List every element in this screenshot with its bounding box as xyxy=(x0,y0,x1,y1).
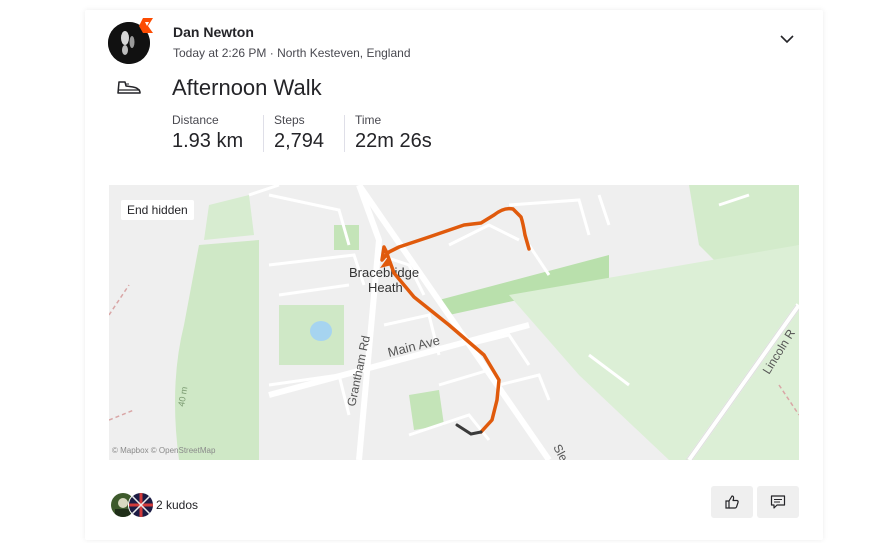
stat-divider xyxy=(263,115,264,152)
stat-value: 2,794 xyxy=(274,130,325,152)
thumbs-up-icon xyxy=(725,495,739,509)
kudos-avatars[interactable] xyxy=(110,492,156,518)
stat-label: Steps xyxy=(274,113,305,127)
map-label-town-1: Bracebridge xyxy=(349,265,419,280)
chevron-down-icon[interactable] xyxy=(778,31,796,47)
pond xyxy=(310,321,332,341)
map-attribution[interactable]: © Mapbox © OpenStreetMap xyxy=(112,446,215,455)
map-canvas: Bracebridge Heath Main Ave Grantham Rd L… xyxy=(109,185,799,460)
kudo-avatar xyxy=(128,492,154,518)
kudos-button[interactable] xyxy=(711,486,753,518)
comment-button[interactable] xyxy=(757,486,799,518)
meta-separator: · xyxy=(269,46,278,60)
stat-label: Distance xyxy=(172,113,219,127)
subscriber-badge-icon xyxy=(139,18,153,33)
stat-distance: Distance 1.93 km xyxy=(172,113,243,153)
activity-title[interactable]: Afternoon Walk xyxy=(172,75,322,101)
end-hidden-label: End hidden xyxy=(121,200,194,220)
stat-time: Time 22m 26s xyxy=(355,113,432,153)
stat-divider xyxy=(344,115,345,152)
activity-location: North Kesteven, England xyxy=(277,46,411,60)
stat-value: 1.93 km xyxy=(172,130,244,152)
stat-steps: Steps 2,794 xyxy=(274,113,324,153)
kudos-count[interactable]: 2 kudos xyxy=(156,498,198,512)
activity-timestamp: Today at 2:26 PM xyxy=(173,46,267,60)
comment-icon xyxy=(770,495,786,509)
map-label-town-2: Heath xyxy=(368,280,403,295)
stat-value: 22m 26s xyxy=(355,130,432,152)
athlete-name[interactable]: Dan Newton xyxy=(173,24,254,40)
activity-meta: Today at 2:26 PM · North Kesteven, Engla… xyxy=(173,46,411,60)
activity-map[interactable]: Bracebridge Heath Main Ave Grantham Rd L… xyxy=(109,185,799,460)
stat-label: Time xyxy=(355,113,382,127)
walking-shoe-icon xyxy=(117,81,141,94)
